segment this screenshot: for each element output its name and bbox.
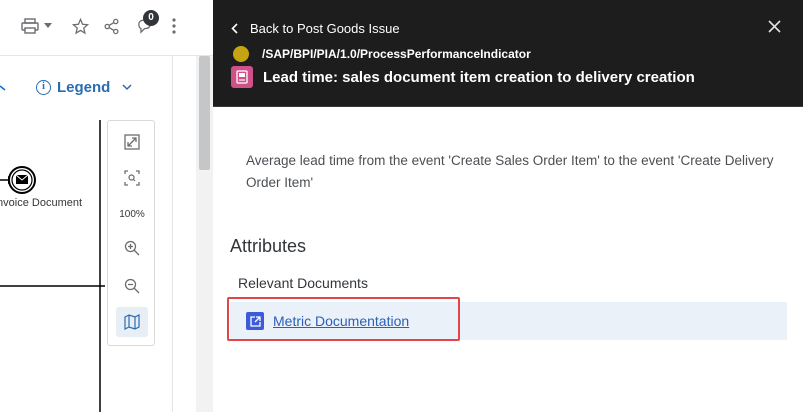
zoom-out-icon[interactable]: [116, 271, 148, 301]
zoom-level: 100%: [119, 209, 145, 220]
map-icon[interactable]: [116, 307, 148, 337]
legend-label: Legend: [57, 79, 111, 96]
status-indicator-icon: [233, 46, 249, 62]
canvas-divider: [172, 56, 173, 412]
close-icon: [768, 20, 781, 33]
diagram-node-label: Invoice Document: [0, 197, 82, 209]
detail-panel: Back to Post Goods Issue /SAP/BPI/PIA/1.…: [213, 0, 803, 412]
printer-icon[interactable]: [21, 14, 39, 38]
relevant-documents-label: Relevant Documents: [238, 275, 368, 291]
scrollbar-thumb[interactable]: [199, 56, 210, 170]
close-button[interactable]: [768, 17, 781, 37]
indicator-book-icon: [231, 66, 253, 88]
page-title: Lead time: sales document item creation …: [263, 68, 695, 86]
back-label: Back to Post Goods Issue: [250, 21, 400, 36]
zoom-in-icon[interactable]: [116, 233, 148, 263]
external-link-icon: [246, 312, 264, 330]
envelope-icon[interactable]: [8, 166, 36, 194]
node-label-text: Invoice Document: [0, 197, 83, 209]
attributes-heading: Attributes: [230, 236, 307, 256]
process-diagram-pane: 0 i Legend Invoice Document 100%: [0, 0, 213, 412]
zoom-panel: 100%: [107, 120, 155, 346]
info-icon: i: [36, 80, 51, 95]
more-icon[interactable]: [172, 14, 176, 38]
caret-down-icon[interactable]: [44, 14, 52, 38]
top-toolbar: 0: [0, 0, 213, 56]
chevron-down-icon[interactable]: [0, 82, 6, 98]
star-icon[interactable]: [72, 14, 89, 38]
detail-header: Back to Post Goods Issue /SAP/BPI/PIA/1.…: [213, 0, 803, 106]
legend-button[interactable]: i Legend: [36, 79, 132, 96]
process-flow-graphic: [0, 120, 105, 412]
back-button[interactable]: Back to Post Goods Issue: [231, 21, 400, 36]
metric-documentation-link[interactable]: Metric Documentation: [246, 312, 409, 330]
indicator-description: Average lead time from the event 'Create…: [246, 153, 774, 190]
title-row: Lead time: sales document item creation …: [231, 66, 695, 88]
header-divider: [213, 106, 803, 107]
chevron-down-icon: [122, 84, 132, 91]
document-link-label: Metric Documentation: [273, 313, 410, 329]
document-list-item[interactable]: Metric Documentation: [230, 302, 787, 340]
object-path: /SAP/BPI/PIA/1.0/ProcessPerformanceIndic…: [262, 47, 531, 61]
fit-to-screen-icon[interactable]: [116, 127, 148, 157]
zoom-to-selection-icon[interactable]: [116, 163, 148, 193]
chevron-left-icon: [231, 23, 238, 34]
object-path-row: /SAP/BPI/PIA/1.0/ProcessPerformanceIndic…: [233, 46, 531, 62]
notification-badge: 0: [143, 10, 159, 26]
notifications-icon[interactable]: 0: [136, 10, 159, 38]
share-icon[interactable]: [103, 14, 120, 38]
